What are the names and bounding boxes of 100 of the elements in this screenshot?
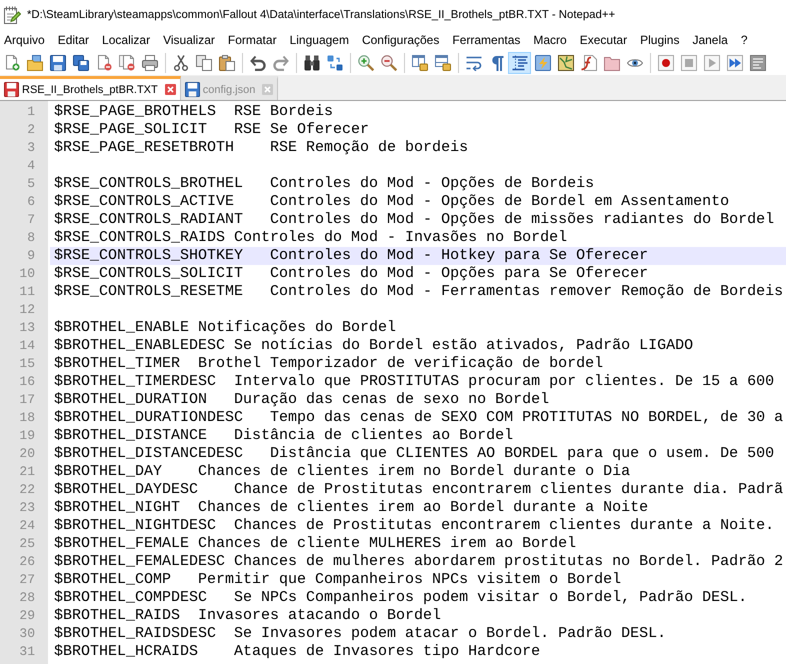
menu-item[interactable]: ?: [736, 31, 754, 49]
line-number: 29: [19, 607, 35, 625]
menu-item[interactable]: Janela: [688, 31, 734, 49]
file-minus-icon: [96, 54, 112, 70]
notepad-pencil-icon: [3, 6, 21, 24]
menu-item[interactable]: Linguagem: [286, 31, 355, 49]
code-line: $BROTHEL_ENABLE Notificações do Bordel: [54, 319, 396, 337]
code-line: $BROTHEL_DAYDESC Chance de Prostitutas encontrarem clientes durante dia. Padrã: [54, 481, 784, 499]
open-folder-icon: [26, 54, 42, 70]
line-number: 15: [19, 355, 35, 373]
indent-lines-icon: [512, 54, 528, 70]
code-line: $RSE_CONTROLS_RADIANT Controles do Mod - Opções de missões radiantes do Bordel: [54, 211, 774, 229]
line-number: 14: [19, 337, 35, 355]
line-number: 18: [19, 409, 35, 427]
undo-arrow-icon: [250, 54, 266, 70]
toolbar-button[interactable]: [508, 52, 531, 74]
close-icon[interactable]: [164, 84, 176, 95]
menu-item[interactable]: Executar: [576, 31, 634, 49]
line-number: 26: [19, 553, 35, 571]
scissors-icon: [172, 54, 188, 70]
line-number: 21: [19, 463, 35, 481]
line-number: 19: [19, 427, 35, 445]
code-line: $BROTHEL_DISTANCE Distância de clientes ao Bordel: [54, 427, 514, 445]
lightning-card-icon: [534, 54, 550, 70]
copy-pages-icon: [196, 54, 212, 70]
menu-item[interactable]: Ferramentas: [448, 31, 526, 49]
line-number: 31: [19, 643, 35, 661]
code-line: $BROTHEL_NIGHTDESC Chances de Prostitutas encontrarem clientes durante a Noite.: [54, 517, 774, 535]
code-line: $BROTHEL_NIGHT Chances de clientes irem ao Bordel durante a Noite: [54, 499, 648, 517]
line-number: 25: [19, 535, 35, 553]
code-line: $BROTHEL_DURATIONDESC Tempo das cenas de SEXO COM PROTITUTAS NO BORDEL, de 30 a: [54, 409, 784, 427]
squares-arrow-icon: [326, 54, 342, 70]
code-line: $BROTHEL_RAIDSDESC Se Invasores podem atacar o Bordel. Padrão DESL.: [54, 625, 666, 643]
code-line: $BROTHEL_ENABLEDESC Se notícias do Bordel estão ativados, Padrão LIGADO: [54, 337, 694, 355]
line-number: 17: [19, 391, 35, 409]
code-line: $BROTHEL_TIMER Brothel Temporizador de verificação de bordel: [54, 355, 604, 373]
line-number: 7: [27, 211, 35, 229]
printer-icon: [142, 54, 158, 70]
line-number: 1: [27, 103, 35, 121]
menu-item[interactable]: Editar: [54, 31, 96, 49]
line-number: 4: [27, 157, 35, 175]
new-file-icon: [4, 54, 20, 70]
code-line: $RSE_CONTROLS_BROTHEL Controles do Mod - Opções de Bordeis: [54, 175, 594, 193]
fast-forward-icon: [726, 54, 742, 70]
code-line: $BROTHEL_RAIDS Invasores atacando o Bordel: [54, 607, 442, 625]
page-curve-icon: [580, 54, 596, 70]
menu-item[interactable]: Arquivo: [0, 31, 51, 49]
code-line: $BROTHEL_TIMERDESC Intervalo que PROSTITUTAS procuram por clientes. De 15 a 600: [54, 373, 774, 391]
code-line: $RSE_PAGE_RESETBROTH RSE Remoção de bordeis: [54, 139, 468, 157]
folder-icon: [604, 54, 620, 70]
code-line: $BROTHEL_FEMALE Chances de cliente MULHERES irem ao Bordel: [54, 535, 576, 553]
line-number: 12: [19, 301, 35, 319]
menu-item[interactable]: Formatar: [224, 31, 283, 49]
line-number: 30: [19, 625, 35, 643]
files-minus-icon: [118, 54, 134, 70]
stop-icon: [680, 54, 696, 70]
line-number: 28: [19, 589, 35, 607]
menu-item[interactable]: Plugins: [636, 31, 686, 49]
menu-item[interactable]: Configurações: [358, 31, 446, 49]
map-icon: [558, 54, 574, 70]
menu-item[interactable]: Localizar: [98, 31, 156, 49]
eye-icon: [626, 58, 642, 68]
line-number: 27: [19, 571, 35, 589]
clipboard-icon: [218, 54, 234, 70]
code-line: $BROTHEL_HCRAIDS Ataques de Invasores tipo Hardcore: [54, 643, 540, 661]
code-line: $RSE_CONTROLS_SHOTKEY Controles do Mod - Hotkey para Se Oferecer: [54, 247, 648, 265]
code-line: $RSE_CONTROLS_RESETME Controles do Mod - Ferramentas remover Remoção de Bordeis: [54, 283, 784, 301]
code-line: $RSE_CONTROLS_ACTIVE Controles do Mod - Opções de Bordel em Assentamento: [54, 193, 730, 211]
zoom-in-icon: [358, 54, 374, 70]
menu-item[interactable]: Macro: [529, 31, 573, 49]
code-line: $BROTHEL_FEMALEDESC Chances de mulheres abordarem prostitutas no Bordel. Padrão 2: [54, 553, 784, 571]
line-number: 13: [19, 319, 35, 337]
record-icon: [658, 54, 674, 70]
code-line: $RSE_PAGE_SOLICIT RSE Se Oferecer: [54, 121, 370, 139]
line-number: 11: [19, 283, 35, 301]
code-line: $BROTHEL_COMP Permitir que Companheiros NPCs visitem o Bordel: [54, 571, 622, 589]
line-number: 23: [19, 499, 35, 517]
floppy-disks-icon: [72, 54, 88, 70]
code-line: $RSE_PAGE_BROTHELS RSE Bordeis: [54, 103, 334, 121]
line-number: 24: [19, 517, 35, 535]
wrap-lines-icon: [466, 54, 482, 70]
code-line: $BROTHEL_DISTANCEDESC Distância que CLIENTES AO BORDEL para que o usem. De 500: [54, 445, 774, 463]
line-number: 10: [19, 265, 35, 283]
code-line: $BROTHEL_COMPDESC Se NPCs Companheiros podem visitar o Bordel, Padrão DESL.: [54, 589, 748, 607]
line-number: 22: [19, 481, 35, 499]
file-tab[interactable]: RSE_II_Brothels_ptBR.TXT: [0, 76, 181, 100]
window-lock-icon: [434, 54, 450, 70]
play-icon: [704, 54, 720, 70]
list-window-icon: [750, 54, 766, 70]
menu-item[interactable]: Visualizar: [159, 31, 221, 49]
line-number: 16: [19, 373, 35, 391]
line-number: 2: [27, 121, 35, 139]
code-line: $RSE_CONTROLS_RAIDS Controles do Mod - Invasões no Bordel: [54, 229, 568, 247]
zoom-out-icon: [380, 54, 396, 70]
binoculars-icon: [304, 54, 320, 70]
line-number: 9: [27, 247, 35, 265]
line-number: 6: [27, 193, 35, 211]
line-number: 3: [27, 139, 35, 157]
line-number: 20: [19, 445, 35, 463]
line-number: 8: [27, 229, 35, 247]
